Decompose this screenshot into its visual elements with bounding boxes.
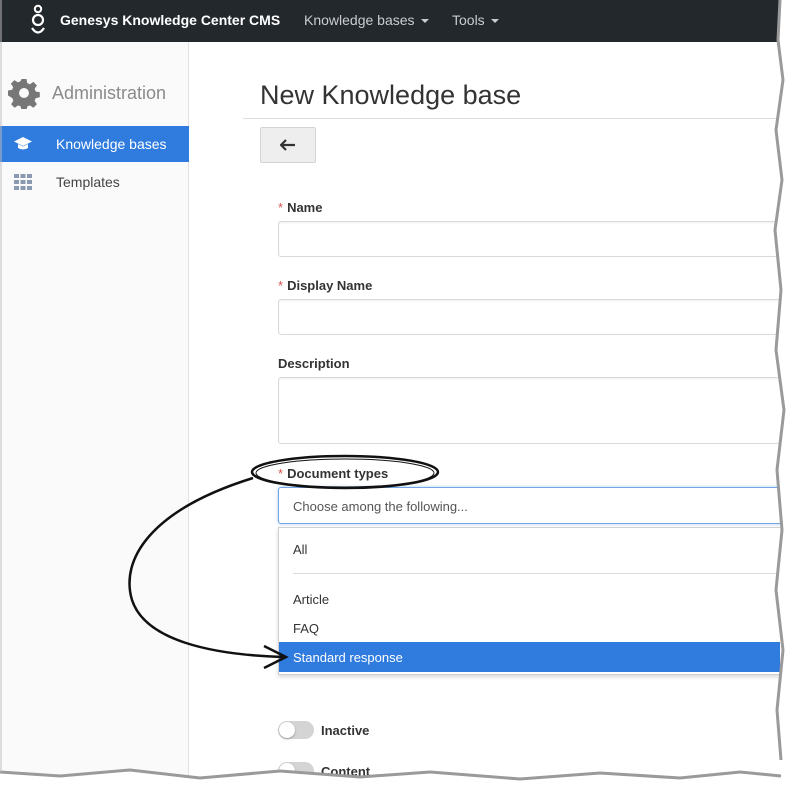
option-label: Article [293, 592, 330, 607]
name-label-text: Name [287, 200, 323, 215]
sidebar-section-header: Administration [8, 77, 166, 109]
document-types-label: * Document types [278, 466, 388, 481]
name-label: * Name [278, 200, 322, 215]
display-name-label: * Display Name [278, 278, 372, 293]
option-label: Standard response [293, 650, 403, 665]
document-types-placeholder: Choose among the following... [293, 499, 468, 514]
option-label: FAQ [293, 621, 320, 636]
document-types-dropdown: All Article FAQ Standard response [278, 527, 780, 675]
back-button[interactable] [260, 127, 316, 163]
option-all[interactable]: All [279, 534, 780, 564]
sidebar: Administration Knowledge bases Templates [0, 42, 189, 790]
required-mark: * [278, 200, 284, 215]
inactive-toggle-label: Inactive [321, 722, 370, 738]
sidebar-item-label: Templates [56, 174, 120, 190]
required-mark: * [278, 278, 284, 293]
option-standard-response[interactable]: Standard response [279, 642, 780, 672]
caret-down-icon [490, 19, 499, 24]
content-toggle-label: Content [321, 763, 371, 779]
sidebar-item-label: Knowledge bases [56, 136, 167, 152]
display-name-label-text: Display Name [287, 278, 373, 293]
genesys-logo-icon[interactable] [26, 4, 50, 38]
inactive-toggle-row: Inactive [278, 721, 369, 739]
gear-icon [8, 79, 40, 109]
dropdown-divider [293, 573, 780, 574]
inactive-toggle[interactable] [278, 721, 314, 739]
top-navbar: Genesys Knowledge Center CMS Knowledge b… [0, 0, 780, 42]
page: Genesys Knowledge Center CMS Knowledge b… [0, 0, 780, 790]
sidebar-section-title: Administration [52, 82, 167, 103]
app-brand[interactable]: Genesys Knowledge Center CMS [60, 12, 280, 28]
name-input[interactable] [278, 221, 780, 257]
caret-down-icon [420, 19, 429, 24]
option-label: All [293, 542, 308, 557]
title-divider [243, 118, 780, 119]
arrow-left-icon [280, 139, 295, 151]
toggle-knob [279, 763, 295, 779]
display-name-input[interactable] [278, 299, 780, 335]
toggle-knob [279, 722, 295, 738]
description-label-text: Description [278, 356, 350, 371]
nav-menu-tools[interactable]: Tools [452, 12, 499, 28]
page-title: New Knowledge base [260, 80, 522, 110]
graduation-cap-icon [12, 135, 34, 153]
description-label: Description [278, 356, 350, 371]
nav-menu-label: Tools [452, 12, 485, 28]
content-toggle-row: Content [278, 762, 370, 780]
nav-menu-knowledge-bases[interactable]: Knowledge bases [304, 12, 429, 28]
content-toggle[interactable] [278, 762, 314, 780]
option-faq[interactable]: FAQ [279, 613, 780, 643]
document-types-select[interactable]: Choose among the following... [278, 487, 780, 524]
grid-icon [12, 173, 34, 191]
description-textarea[interactable] [278, 377, 780, 444]
document-types-label-text: Document types [287, 466, 389, 481]
sidebar-item-knowledge-bases[interactable]: Knowledge bases [0, 126, 189, 162]
nav-menu-label: Knowledge bases [304, 12, 415, 28]
sidebar-item-templates[interactable]: Templates [0, 164, 189, 200]
required-mark: * [278, 466, 284, 481]
option-article[interactable]: Article [279, 584, 780, 614]
